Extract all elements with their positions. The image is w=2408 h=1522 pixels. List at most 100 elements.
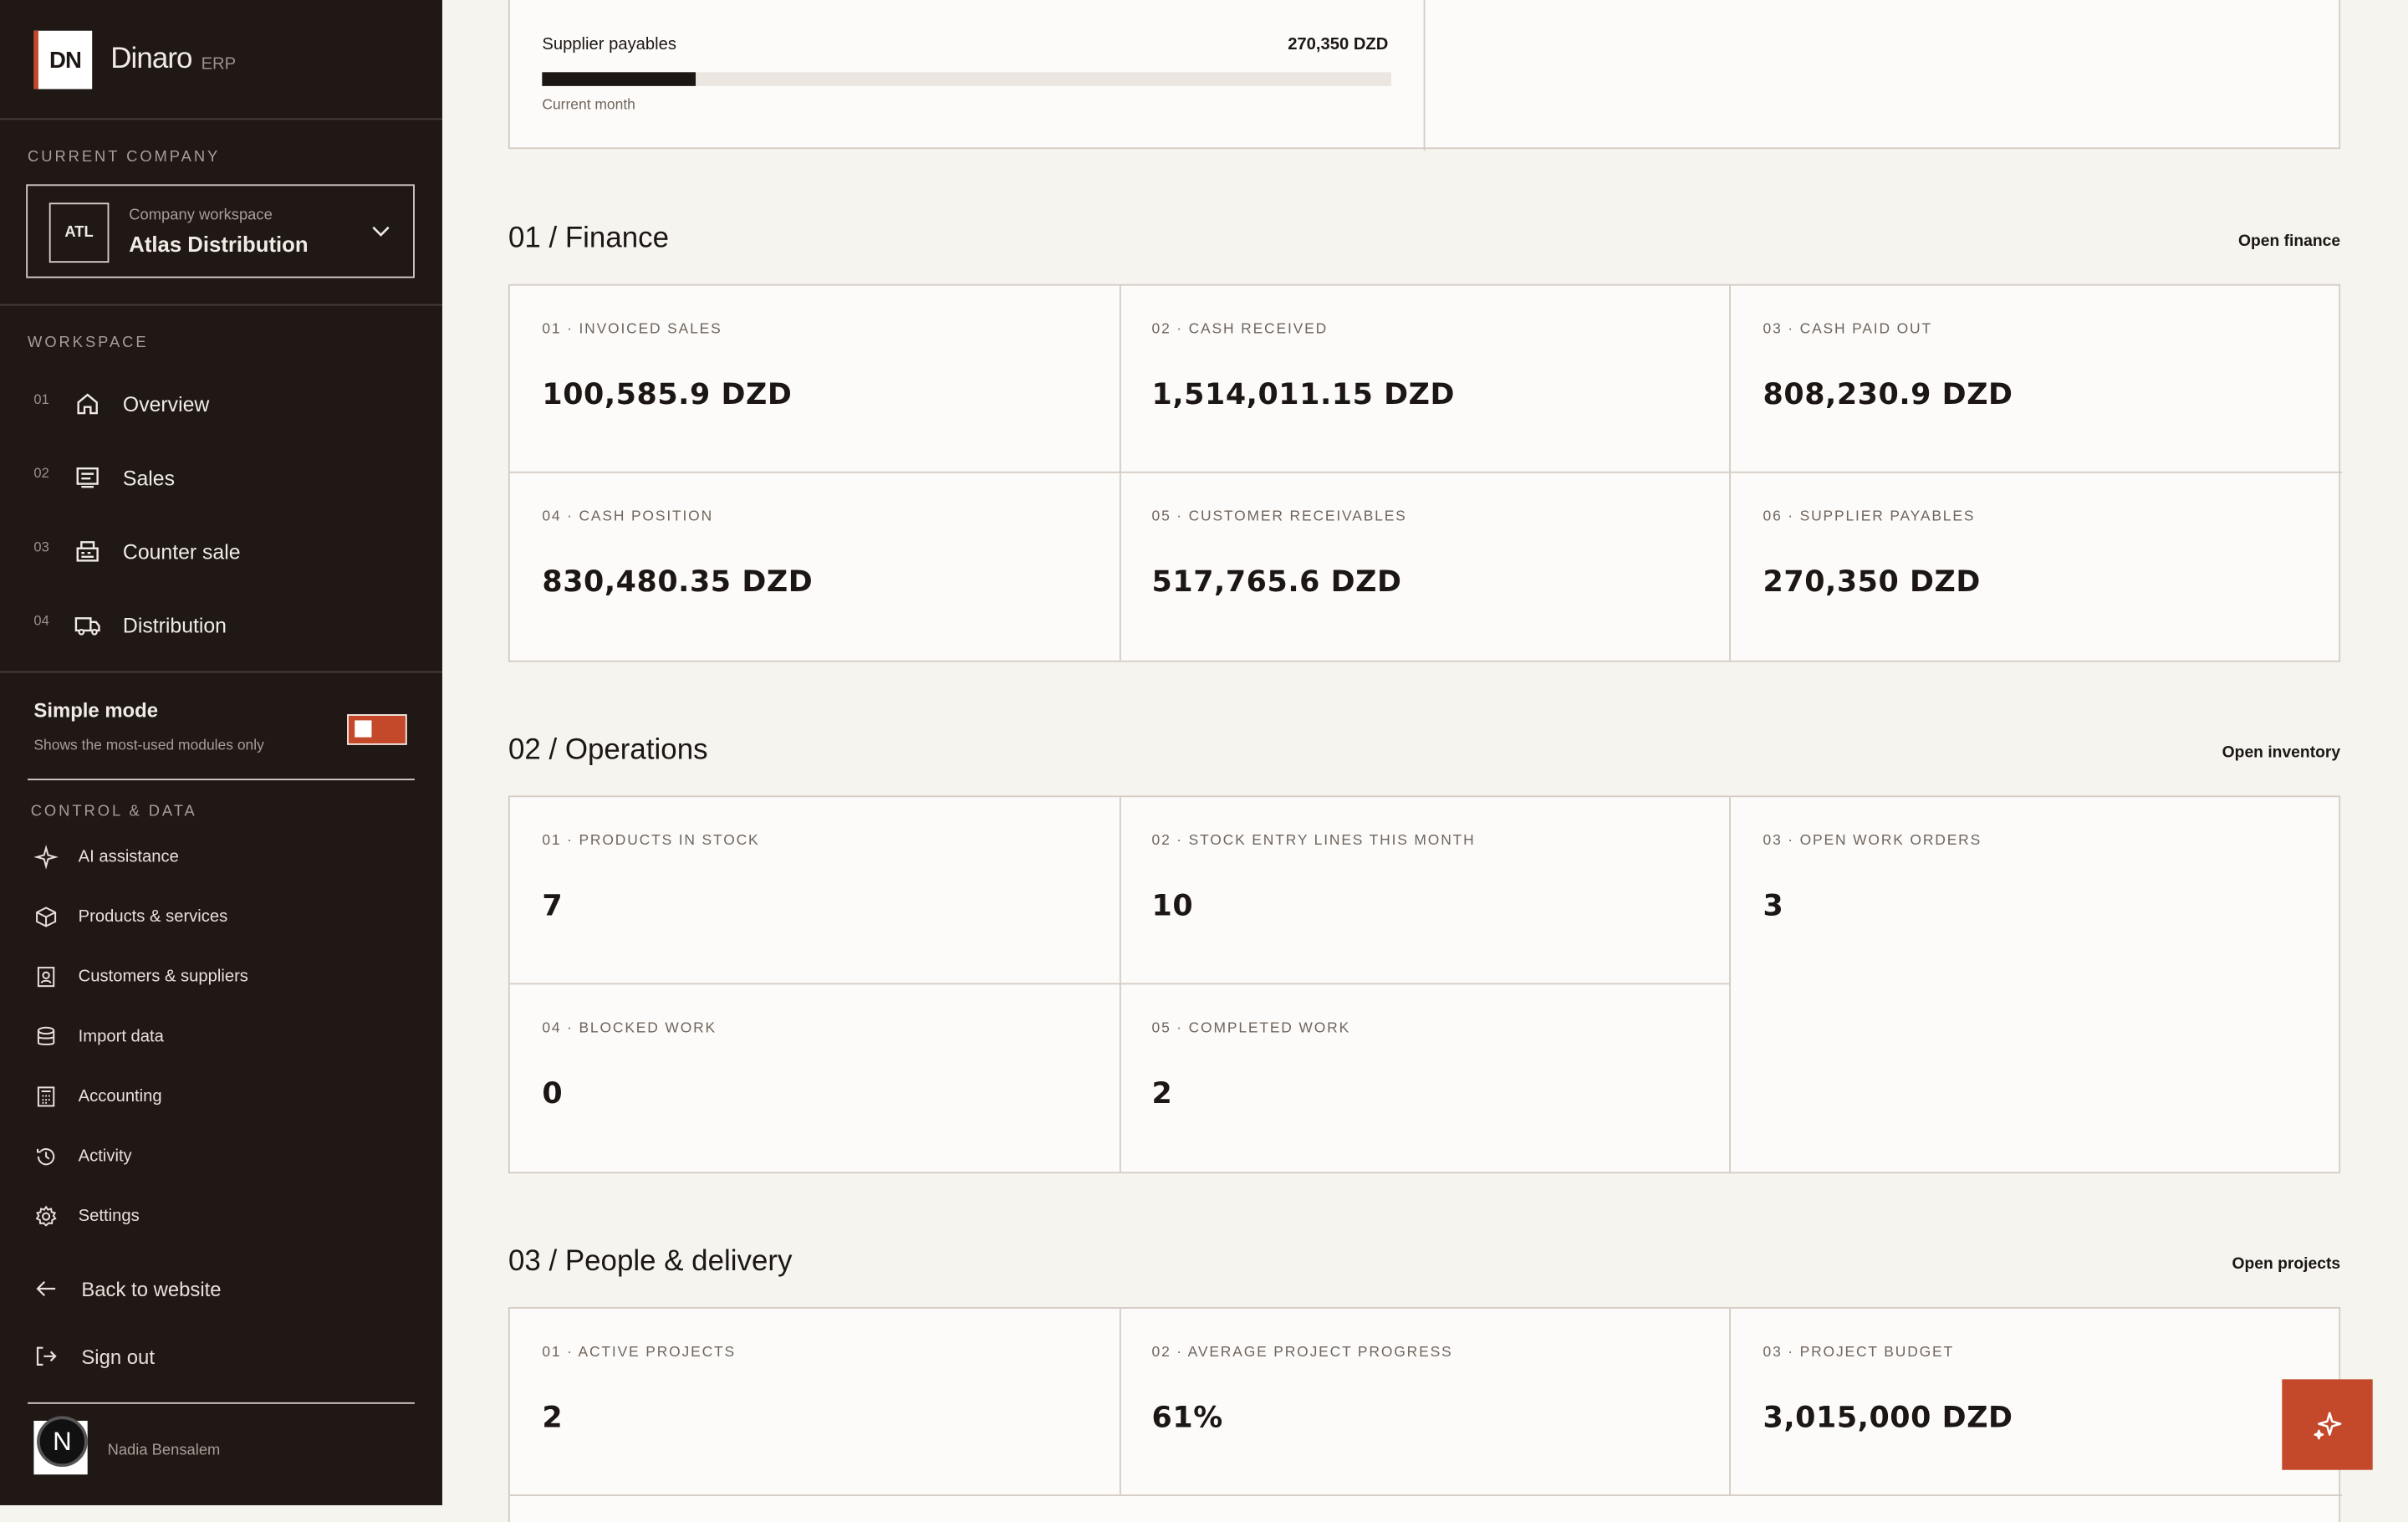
ai-assistant-button[interactable] [2282,1379,2373,1470]
brand-name: Dinaro [110,43,192,75]
nav-number: 03 [33,539,49,555]
sidebar-item-overview[interactable]: 01 Overview [33,381,417,427]
company-section-label: CURRENT COMPANY [28,149,221,166]
kpi-label: 01 · INVOICED SALES [542,320,722,339]
control-label: Products & services [78,907,228,927]
kpi-card[interactable]: 02 · AVERAGE PROJECT PROGRESS 61% [1119,1308,1731,1496]
kpi-value: 3 [1763,889,1784,923]
sidebar-item-distribution[interactable]: 04 Distribution [33,602,417,648]
kpi-value: 517,765.6 DZD [1151,564,1402,600]
kpi-card[interactable]: 04 · CASH POSITION 830,480.35 DZD [510,472,1121,661]
kpi-card[interactable]: 05 · COMPLETED WORK 2 [1120,984,1731,1172]
sparkle-icon [33,845,59,870]
kpi-label: 01 · PRODUCTS IN STOCK [542,832,760,850]
kpi-label: 02 · AVERAGE PROJECT PROGRESS [1151,1344,1453,1361]
kpi-value: 830,480.35 DZD [542,564,814,600]
payables-note: Current month [542,96,635,114]
kpi-card[interactable]: 03 · OPEN WORK ORDERS 3 [1731,797,2342,984]
brand-logo: DN [33,30,93,89]
kpi-card[interactable]: 03 · CASH PAID OUT 808,230.9 DZD [1730,286,2342,473]
sidebar-item-customers-suppliers[interactable]: Customers & suppliers [33,960,248,993]
progress-fill [542,72,696,86]
sidebar-item-ai-assistance[interactable]: AI assistance [33,840,179,874]
sidebar-item-settings[interactable]: Settings [33,1199,140,1233]
calculator-icon [33,1085,58,1109]
brand[interactable]: DN Dinaro ERP [33,30,236,89]
home-icon [74,389,107,420]
kpi-value: 3,015,000 DZD [1763,1401,2013,1435]
section-title-finance: 01 / Finance [508,222,670,255]
user-profile[interactable]: N Nadia Bensalem [33,1416,220,1475]
kpi-label: 06 · SUPPLIER PAYABLES [1763,508,1976,526]
company-caption: Company workspace [129,207,273,225]
arrow-left-icon [33,1276,58,1300]
receipt-icon [74,462,107,493]
kpi-card[interactable]: 02 · CASH RECEIVED 1,514,011.15 DZD [1119,285,1731,473]
simple-mode-toggle[interactable] [347,714,407,745]
chevron-down-icon [372,226,390,237]
signout-label: Sign out [81,1345,155,1368]
control-section-label: CONTROL & DATA [30,803,197,820]
box-icon [33,905,58,929]
kpi-value: 808,230.9 DZD [1763,377,2013,412]
sign-out-button[interactable]: Sign out [33,1338,155,1375]
kpi-card[interactable]: 05 · CUSTOMER RECEIVABLES 517,765.6 DZD [1120,472,1731,661]
truck-icon [74,610,107,641]
contacts-icon [33,964,58,988]
back-label: Back to website [81,1277,222,1300]
open-projects-link[interactable]: Open projects [2232,1255,2340,1274]
divider [28,779,415,781]
company-name: Atlas Distribution [129,232,309,257]
sidebar-item-activity[interactable]: Activity [33,1140,132,1173]
kpi-value: 100,585.9 DZD [542,377,793,412]
main-content: Supplier payables 270,350 DZD Current mo… [442,0,2408,1522]
control-label: AI assistance [78,847,179,866]
kpi-card[interactable]: 04 · BLOCKED WORK 0 [510,984,1121,1172]
control-label: Activity [78,1147,132,1167]
kpi-value: 61% [1151,1401,1223,1435]
open-inventory-link[interactable]: Open inventory [2222,743,2340,762]
avatar: N [33,1416,88,1475]
simple-mode-title: Simple mode [33,698,159,723]
kpi-label: 03 · OPEN WORK ORDERS [1763,832,1982,850]
kpi-label: 03 · PROJECT BUDGET [1763,1344,1955,1361]
control-label: Accounting [78,1087,162,1106]
control-label: Import data [78,1027,164,1046]
kpi-value: 10 [1151,889,1194,923]
nav-number: 01 [33,391,49,407]
avatar-initial: N [37,1416,88,1468]
sidebar-item-accounting[interactable]: Accounting [33,1080,162,1113]
kpi-card[interactable]: 03 · PROJECT BUDGET 3,015,000 DZD [1730,1309,2342,1496]
kpi-card[interactable]: 06 · SUPPLIER PAYABLES 270,350 DZD [1731,473,2342,661]
company-selector[interactable]: ATL Company workspace Atlas Distribution [26,184,415,278]
control-label: Settings [78,1207,140,1226]
sidebar-item-sales[interactable]: 02 Sales [33,455,417,501]
sidebar-item-import-data[interactable]: Import data [33,1020,164,1054]
workspace-section-label: WORKSPACE [28,335,149,352]
divider [28,1402,415,1404]
kpi-value: 270,350 DZD [1763,564,1981,600]
open-finance-link[interactable]: Open finance [2238,232,2340,250]
control-label: Customers & suppliers [78,968,248,987]
payables-progress-bar [542,72,1392,86]
nav-label: Sales [122,466,175,489]
sidebar-item-counter-sale[interactable]: 03 Counter sale [33,529,417,575]
sidebar-item-products[interactable]: Products & services [33,900,227,933]
section-title-people: 03 / People & delivery [508,1245,793,1279]
people-grid: 01 · ACTIVE PROJECTS 2 02 · AVERAGE PROJE… [508,1307,2342,1522]
kpi-value: 7 [542,889,564,923]
kpi-card[interactable]: 01 · ACTIVE PROJECTS 2 [509,1308,1121,1496]
kpi-card[interactable]: 02 · STOCK ENTRY LINES THIS MONTH 10 [1119,797,1731,985]
kpi-label: 01 · ACTIVE PROJECTS [542,1344,737,1361]
sparkle-icon [2313,1411,2341,1439]
card-divider [1423,0,1426,151]
back-to-website-link[interactable]: Back to website [33,1270,222,1307]
kpi-label: 05 · CUSTOMER RECEIVABLES [1151,508,1407,526]
kpi-card[interactable]: 01 · INVOICED SALES 100,585.9 DZD [509,285,1121,473]
kpi-card[interactable]: 01 · PRODUCTS IN STOCK 7 [509,797,1121,985]
divider [0,671,442,673]
nav-label: Counter sale [122,539,241,564]
database-icon [33,1024,58,1049]
kpi-value: 2 [542,1401,564,1435]
kpi-label: 04 · CASH POSITION [542,508,714,526]
